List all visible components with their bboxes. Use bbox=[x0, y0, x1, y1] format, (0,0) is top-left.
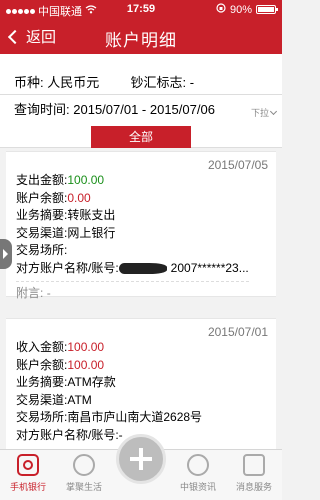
transaction-details: 收入金额:100.00 账户余额:100.00 业务摘要:ATM存款 交易渠道:… bbox=[16, 339, 202, 444]
counterparty-label: 对方账户名称/账号: bbox=[16, 427, 119, 442]
channel-row: 交易渠道:网上银行 bbox=[16, 225, 249, 243]
note-label: 附言: bbox=[16, 286, 44, 300]
summary-row: 业务摘要:ATM存款 bbox=[16, 374, 202, 392]
message-icon bbox=[243, 454, 265, 476]
counterparty-value: - bbox=[118, 427, 123, 442]
tab-label: 掌聚生活 bbox=[65, 482, 102, 492]
summary-label: 业务摘要: bbox=[16, 375, 68, 389]
currency-label: 币种: bbox=[14, 75, 44, 90]
balance-row: 账户余额:0.00 bbox=[16, 190, 249, 208]
tab-bar: 手机银行 掌聚生活 中银资讯 消息服务 bbox=[0, 434, 282, 500]
plus-button[interactable] bbox=[116, 434, 166, 484]
tab-label: 中银资讯 bbox=[179, 482, 216, 492]
balance-value: 0.00 bbox=[67, 190, 91, 205]
amount-label: 支出金额: bbox=[16, 173, 68, 187]
tab-messages[interactable]: 消息服务 bbox=[226, 454, 282, 493]
amount-value: 100.00 bbox=[67, 340, 105, 354]
news-icon bbox=[187, 454, 209, 476]
pull-label: 下拉 bbox=[250, 108, 269, 118]
date-range: 2015/07/01 - 2015/07/06 bbox=[73, 102, 215, 117]
channel-value: 网上银行 bbox=[67, 225, 116, 240]
amount-row: 收入金额:100.00 bbox=[16, 339, 202, 357]
status-right: 90% bbox=[216, 3, 278, 16]
chevron-down-icon bbox=[269, 107, 278, 115]
header: 中国联通 17:59 90% 返回 账户明细 bbox=[0, 0, 282, 54]
note-value: - bbox=[46, 286, 51, 300]
transaction-date: 2015/07/01 bbox=[207, 325, 268, 339]
place-label: 交易场所: bbox=[16, 410, 68, 424]
cash-flag-value: - bbox=[189, 75, 195, 90]
balance-row: 账户余额:100.00 bbox=[16, 357, 202, 375]
summary-value: 转账支出 bbox=[67, 208, 116, 222]
tab-label: 手机银行 bbox=[9, 482, 46, 492]
balance-label: 账户余额: bbox=[16, 357, 68, 372]
amount-row: 支出金额:100.00 bbox=[16, 172, 249, 190]
counterparty-row: 对方账户名称/账号: 2007******23... bbox=[16, 260, 249, 278]
balance-label: 账户余额: bbox=[16, 190, 68, 205]
filter-panel: 币种: 人民币元 钞汇标志: - 查询时间: 2015/07/01 - 2015… bbox=[0, 54, 282, 148]
all-filter-button[interactable]: 全部 bbox=[91, 126, 191, 148]
battery-percent: 90% bbox=[229, 3, 252, 16]
place-label: 交易场所: bbox=[16, 243, 68, 257]
tab-life[interactable]: 掌聚生活 bbox=[56, 454, 112, 493]
transaction-date: 2015/07/05 bbox=[207, 158, 268, 172]
counterparty-label: 对方账户名称/账号: bbox=[16, 260, 119, 275]
place-value: 南昌市庐山南大道2628号 bbox=[67, 410, 203, 424]
currency-value: 人民币元 bbox=[47, 75, 100, 90]
summary-row: 业务摘要:转账支出 bbox=[16, 207, 249, 225]
battery-icon bbox=[256, 5, 278, 14]
status-bar: 中国联通 17:59 90% bbox=[0, 0, 282, 20]
balance-value: 100.00 bbox=[67, 357, 105, 372]
amount-value: 100.00 bbox=[67, 173, 105, 187]
summary-label: 业务摘要: bbox=[16, 208, 68, 222]
tab-news[interactable]: 中银资讯 bbox=[170, 454, 226, 493]
transaction-card[interactable]: 2015/07/01 收入金额:100.00 账户余额:100.00 业务摘要:… bbox=[6, 318, 276, 449]
query-time-row[interactable]: 查询时间: 2015/07/01 - 2015/07/06 bbox=[14, 99, 215, 118]
pull-down-toggle[interactable]: 下拉 bbox=[250, 106, 278, 119]
place-row: 交易场所: bbox=[16, 242, 249, 260]
side-drawer-handle[interactable] bbox=[0, 239, 12, 269]
page-title: 账户明细 bbox=[105, 31, 177, 50]
channel-value: ATM bbox=[67, 392, 92, 407]
counterparty-value: 2007******23... bbox=[170, 260, 249, 275]
amount-label: 收入金额: bbox=[16, 340, 68, 354]
summary-value: ATM存款 bbox=[67, 375, 116, 389]
transaction-card[interactable]: 2015/07/05 支出金额:100.00 账户余额:0.00 业务摘要:转账… bbox=[6, 151, 276, 300]
lock-rotation-icon bbox=[216, 3, 226, 16]
query-time-label: 查询时间: bbox=[14, 102, 70, 117]
counterparty-row: 对方账户名称/账号:- bbox=[16, 427, 202, 445]
filter-divider bbox=[0, 94, 282, 95]
channel-label: 交易渠道: bbox=[16, 225, 68, 240]
tab-label: 消息服务 bbox=[235, 482, 272, 492]
cash-flag-label: 钞汇标志: bbox=[130, 75, 187, 90]
nav-bar: 返回 账户明细 bbox=[0, 20, 282, 54]
tab-mobile-bank[interactable]: 手机银行 bbox=[0, 454, 56, 493]
currency-row: 币种: 人民币元 钞汇标志: - bbox=[14, 72, 194, 91]
life-icon bbox=[73, 454, 95, 476]
transaction-details: 支出金额:100.00 账户余额:0.00 业务摘要:转账支出 交易渠道:网上银… bbox=[16, 172, 249, 303]
channel-label: 交易渠道: bbox=[16, 392, 68, 407]
channel-row: 交易渠道:ATM bbox=[16, 392, 202, 410]
place-row: 交易场所:南昌市庐山南大道2628号 bbox=[16, 409, 202, 427]
redaction-blob bbox=[118, 262, 167, 274]
note-row: 附言: - bbox=[16, 281, 249, 303]
mobile-bank-icon bbox=[17, 454, 39, 476]
